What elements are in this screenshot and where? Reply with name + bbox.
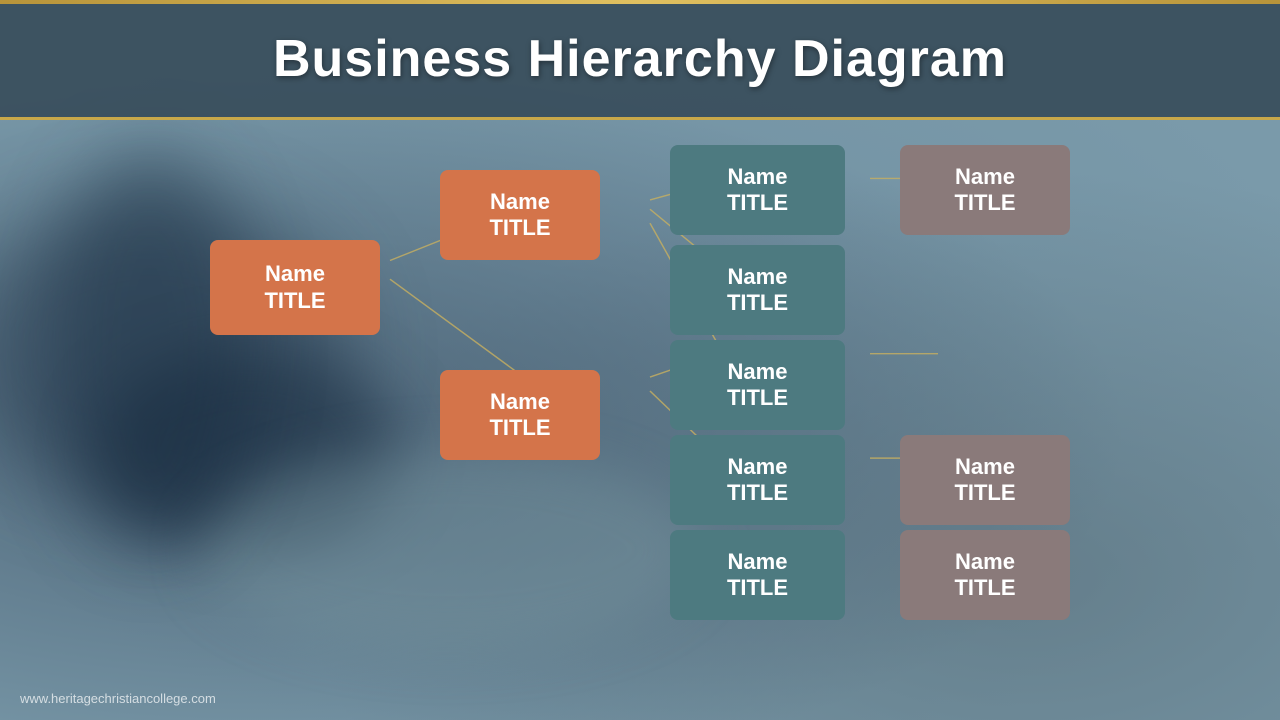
node-gray2-name: Name: [955, 454, 1015, 480]
node-branch2-title: TITLE: [489, 415, 550, 441]
node-teal1[interactable]: Name TITLE: [670, 145, 845, 235]
node-gray1[interactable]: Name TITLE: [900, 145, 1070, 235]
node-teal2[interactable]: Name TITLE: [670, 245, 845, 335]
header-bar: Business Hierarchy Diagram: [0, 0, 1280, 120]
node-root-name: Name: [265, 261, 325, 287]
node-gray2-title: TITLE: [954, 480, 1015, 506]
node-teal1-title: TITLE: [727, 190, 788, 216]
node-teal4-title: TITLE: [727, 480, 788, 506]
node-teal5[interactable]: Name TITLE: [670, 530, 845, 620]
slide: Business Hierarchy Diagram: [0, 0, 1280, 720]
node-root-title: TITLE: [264, 288, 325, 314]
node-teal2-title: TITLE: [727, 290, 788, 316]
node-teal2-name: Name: [728, 264, 788, 290]
node-teal3-title: TITLE: [727, 385, 788, 411]
node-teal3-name: Name: [728, 359, 788, 385]
node-branch1-title: TITLE: [489, 215, 550, 241]
node-teal4-name: Name: [728, 454, 788, 480]
diagram-area: Name TITLE Name TITLE Name TITLE Name TI…: [0, 130, 1280, 680]
watermark: www.heritagechristiancollege.com: [20, 691, 216, 706]
node-branch1-name: Name: [490, 189, 550, 215]
node-teal4[interactable]: Name TITLE: [670, 435, 845, 525]
node-gray1-title: TITLE: [954, 190, 1015, 216]
node-root[interactable]: Name TITLE: [210, 240, 380, 335]
node-branch2[interactable]: Name TITLE: [440, 370, 600, 460]
node-branch1[interactable]: Name TITLE: [440, 170, 600, 260]
node-gray1-name: Name: [955, 164, 1015, 190]
node-gray3-name: Name: [955, 549, 1015, 575]
slide-title: Business Hierarchy Diagram: [273, 29, 1007, 89]
node-branch2-name: Name: [490, 389, 550, 415]
node-gray3-title: TITLE: [954, 575, 1015, 601]
node-teal5-title: TITLE: [727, 575, 788, 601]
node-teal3[interactable]: Name TITLE: [670, 340, 845, 430]
node-teal5-name: Name: [728, 549, 788, 575]
node-teal1-name: Name: [728, 164, 788, 190]
node-gray2[interactable]: Name TITLE: [900, 435, 1070, 525]
connector-lines: [0, 130, 1280, 680]
node-gray3[interactable]: Name TITLE: [900, 530, 1070, 620]
